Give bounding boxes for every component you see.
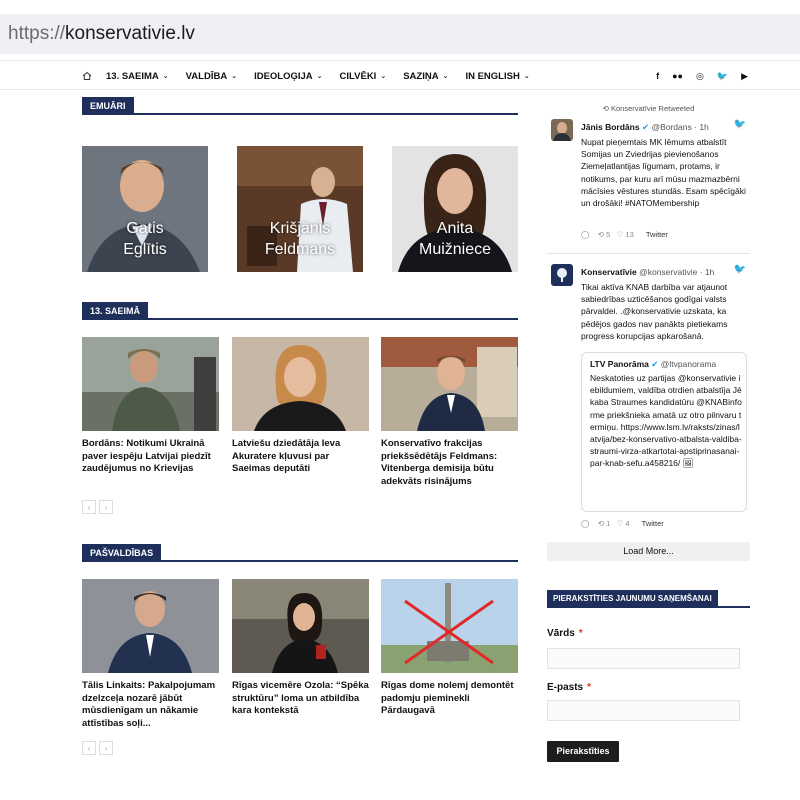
tweet-text: Nupat pieņemtais MK lēmums atbalstīt Som…	[581, 137, 746, 209]
name-label: Vārds *	[547, 628, 583, 639]
twitter-link[interactable]: Twitter	[642, 519, 664, 528]
nav-item-sazina[interactable]: SAZIŅA ⌄	[403, 71, 448, 82]
subscribe-header: PIERAKSTĪTIES JAUNUMU SAŅEMŠANAI	[547, 590, 750, 608]
article-image	[232, 579, 369, 673]
address-bar[interactable]: https://konservativie.lv	[0, 14, 800, 54]
twitter-link[interactable]: Twitter	[646, 230, 668, 239]
twitter-feed: ⟲ Konservatīvie Retweeted	[547, 96, 750, 113]
article-card[interactable]: Rīgas vicemēre Ozola: “Spēka struktūru” …	[232, 579, 369, 718]
tweet-actions: ◯ ⟲ 5 ♡ 13 Twitter	[581, 230, 668, 239]
nav-item-cilveki[interactable]: CILVĒKI ⌄	[340, 71, 387, 82]
article-title[interactable]: Rīgas dome nolemj demontēt padomju piemi…	[381, 680, 518, 718]
twitter-bird-icon: 🐦	[733, 264, 746, 275]
tweet-handle[interactable]: @konservativie	[639, 267, 697, 277]
pagination: ‹ ›	[82, 500, 116, 514]
article-card[interactable]: Tālis Linkaits: Pakalpojumam dzelzceļa n…	[82, 579, 219, 730]
pagination: ‹ ›	[82, 741, 116, 755]
nav-item-valdiba[interactable]: VALDĪBA ⌄	[186, 71, 237, 82]
tweet[interactable]: Jānis Bordāns ✔ @Bordans · 1h 🐦 Nupat pi…	[547, 119, 750, 249]
section-header-pasvaldibas: PAŠVALDĪBAS	[82, 544, 518, 562]
tweet-handle[interactable]: @Bordans	[651, 122, 691, 132]
twitter-icon[interactable]: 🐦	[717, 71, 728, 82]
verified-icon: ✔	[641, 122, 650, 132]
mep-card[interactable]: Gatis Eglītis	[82, 146, 208, 272]
nav-item-13-saeima[interactable]: 13. SAEIMA ⌄	[106, 71, 169, 82]
article-card[interactable]: Rīgas dome nolemj demontēt padomju piemi…	[381, 579, 518, 718]
social-links: f ●● ◎ 🐦 ▶	[643, 61, 748, 91]
youtube-icon[interactable]: ▶	[741, 71, 748, 82]
quoted-tweet[interactable]: LTV Panorāma ✔ @ltvpanorama Neskatoties …	[581, 352, 747, 512]
chevron-down-icon: ⌄	[523, 73, 530, 80]
url-host: konservativie.lv	[65, 23, 195, 44]
retweet-label: ⟲ Konservatīvie Retweeted	[602, 104, 695, 113]
instagram-icon[interactable]: ◎	[696, 71, 704, 82]
mep-card[interactable]: Anita Muižniece	[392, 146, 518, 272]
article-image	[232, 337, 369, 431]
chevron-down-icon: ⌄	[162, 73, 169, 80]
load-more-button[interactable]: Load More...	[547, 542, 750, 561]
url-protocol: https://	[8, 23, 66, 44]
next-page-button[interactable]: ›	[99, 500, 113, 514]
reply-icon[interactable]: ◯	[581, 519, 589, 528]
reply-icon[interactable]: ◯	[581, 230, 589, 239]
quote-handle[interactable]: @ltvpanorama	[661, 359, 716, 369]
article-card[interactable]: Bordāns: Notikumi Ukrainā paver iespēju …	[82, 337, 219, 476]
tweet-text: Tikai aktīva KNAB darbība var atjaunot s…	[581, 282, 728, 341]
nav-item-ideologija[interactable]: IDEOLOĢIJA ⌄	[254, 71, 322, 82]
article-title[interactable]: Rīgas vicemēre Ozola: “Spēka struktūru” …	[232, 680, 369, 718]
email-field[interactable]	[547, 700, 740, 721]
verified-icon: ✔	[651, 359, 659, 369]
name-field[interactable]	[547, 648, 740, 669]
subscribe-button[interactable]: Pierakstīties	[547, 741, 619, 762]
twitter-bird-icon: 🐦	[733, 119, 746, 130]
home-icon[interactable]	[82, 71, 92, 81]
like-icon[interactable]: ♡	[617, 519, 624, 528]
section-header-emuari: EMUĀRI	[82, 97, 518, 115]
article-title[interactable]: Tālis Linkaits: Pakalpojumam dzelzceļa n…	[82, 680, 219, 730]
image-icon: 🖼	[682, 458, 694, 469]
main-nav: 13. SAEIMA ⌄ VALDĪBA ⌄ IDEOLOĢIJA ⌄ CILVĒKI…	[0, 60, 800, 90]
next-page-button[interactable]: ›	[99, 741, 113, 755]
chevron-down-icon: ⌄	[442, 73, 449, 80]
section-header-saeima: 13. SAEIMĀ	[82, 302, 518, 320]
tweet-time: · 1h	[694, 122, 709, 132]
facebook-icon[interactable]: f	[656, 71, 659, 81]
retweet-count-icon[interactable]: ⟲	[598, 519, 604, 528]
article-title[interactable]: Bordāns: Notikumi Ukrainā paver iespēju …	[82, 438, 219, 476]
email-label: E-pasts *	[547, 682, 592, 693]
article-image	[82, 579, 219, 673]
quote-author[interactable]: LTV Panorāma	[590, 359, 649, 369]
tweet-author[interactable]: Konservatīvie	[581, 267, 637, 277]
article-card[interactable]: Latviešu dziedātāja Ieva Akuratere kļuvu…	[232, 337, 369, 476]
chevron-down-icon: ⌄	[316, 73, 323, 80]
tweet-time: · 1h	[699, 267, 715, 277]
chevron-down-icon: ⌄	[231, 73, 238, 80]
article-image	[82, 337, 219, 431]
divider	[547, 253, 750, 254]
like-icon[interactable]: ♡	[617, 230, 624, 239]
retweet-icon: ⟲	[602, 104, 609, 113]
retweet-count-icon[interactable]: ⟲	[598, 230, 604, 239]
quote-text: Neskatoties uz partijas @konservativie i…	[590, 373, 742, 469]
article-image	[381, 579, 518, 673]
chevron-down-icon: ⌄	[380, 73, 387, 80]
avatar[interactable]	[551, 264, 573, 286]
article-title[interactable]: Latviešu dziedātāja Ieva Akuratere kļuvu…	[232, 438, 369, 476]
flickr-icon[interactable]: ●●	[672, 71, 683, 81]
nav-item-in-english[interactable]: IN ENGLISH ⌄	[465, 71, 529, 82]
article-title[interactable]: Konservatīvo frakcijas priekšsēdētājs Fe…	[381, 438, 518, 488]
article-card[interactable]: Konservatīvo frakcijas priekšsēdētājs Fe…	[381, 337, 518, 488]
prev-page-button[interactable]: ‹	[82, 741, 96, 755]
tweet-author[interactable]: Jānis Bordāns	[581, 122, 640, 132]
article-image	[381, 337, 518, 431]
tweet-actions: ◯ ⟲ 1 ♡ 4 Twitter	[581, 519, 664, 528]
mep-card[interactable]: Krišjānis Feldmans	[237, 146, 363, 272]
avatar[interactable]	[551, 119, 573, 141]
prev-page-button[interactable]: ‹	[82, 500, 96, 514]
